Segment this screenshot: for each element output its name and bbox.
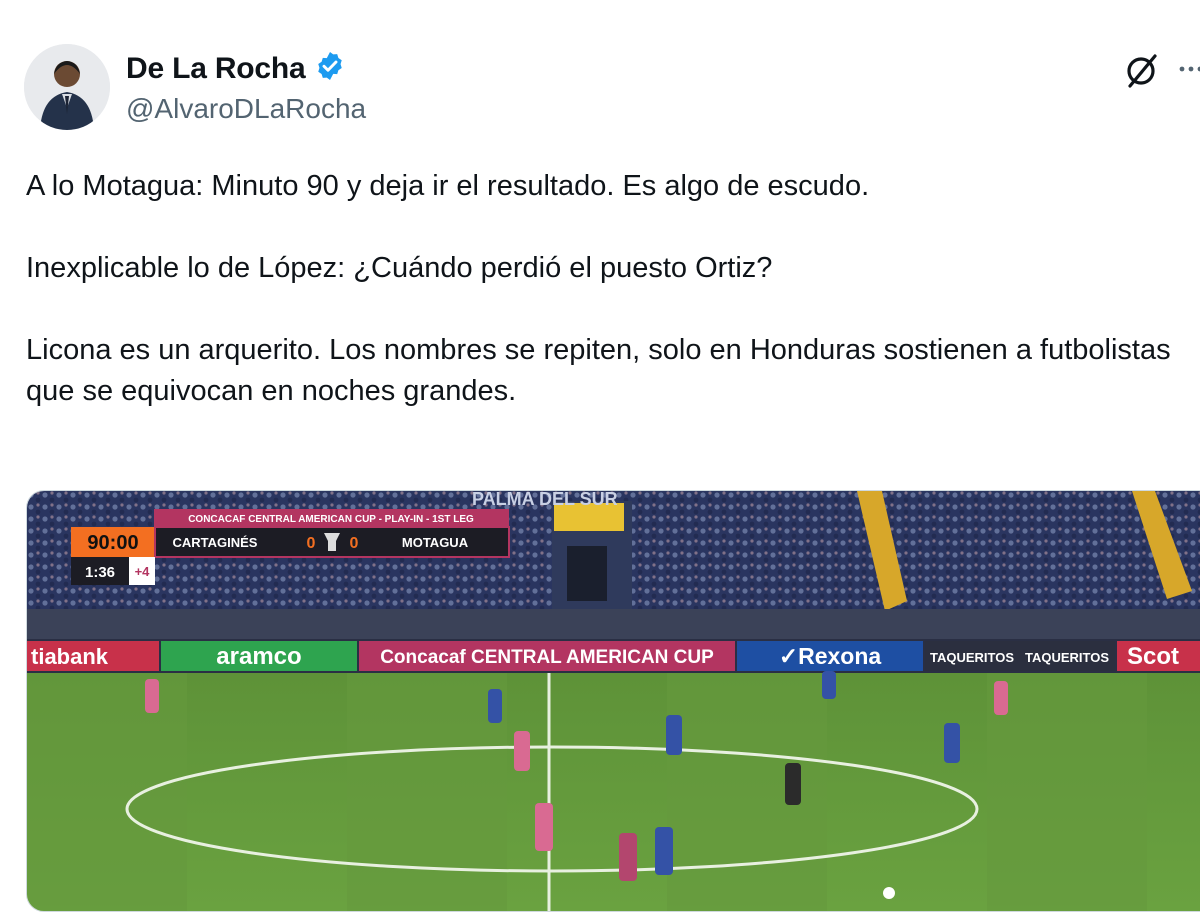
verified-badge-icon [314,50,346,87]
scoreboard-clock: 90:00 [87,532,138,554]
scoreboard-away-team: MOTAGUA [402,535,469,550]
scoreboard-home-team: CARTAGINÉS [173,535,258,550]
ad-board-text: Concacaf CENTRAL AMERICAN CUP [380,647,714,668]
ad-board-text: ✓Rexona [779,643,882,669]
stadium-banner: PALMA DEL SUR [472,491,618,509]
avatar-image [24,44,110,130]
tweet-paragraph: Licona es un arquerito. Los nombres se r… [26,334,1171,407]
grok-icon[interactable] [1122,50,1162,90]
ad-board-text: Scot [1127,643,1179,670]
ad-board-text: aramco [216,643,301,670]
tweet-media-image[interactable]: PALMA DEL SUR tiabank aramco Concacaf CE… [26,490,1200,912]
scoreboard-away-score: 0 [350,535,359,552]
match-broadcast-frame: PALMA DEL SUR tiabank aramco Concacaf CE… [27,491,1200,911]
author-display-name[interactable]: De La Rocha [126,52,306,86]
ad-board-text: TAQUERITOS [930,650,1014,665]
ad-board-text: TAQUERITOS [1025,650,1109,665]
tweet-paragraph: Inexplicable lo de López: ¿Cuándo perdió… [26,252,773,284]
scoreboard-home-score: 0 [307,535,316,552]
more-icon[interactable] [1178,54,1200,84]
tweet-text: A lo Motagua: Minuto 90 y deja ir el res… [26,166,1186,412]
tweet-paragraph: A lo Motagua: Minuto 90 y deja ir el res… [26,170,870,202]
author-name-row[interactable]: De La Rocha [126,50,346,87]
avatar[interactable] [24,44,110,130]
scoreboard-competition: CONCACAF CENTRAL AMERICAN CUP - PLAY-IN … [188,514,474,525]
author-handle[interactable]: @AlvaroDLaRocha [126,93,366,125]
ad-board-text: tiabank [31,644,109,669]
scoreboard-added-clock: 1:36 [85,564,115,581]
scoreboard-added-minutes: +4 [135,564,151,579]
